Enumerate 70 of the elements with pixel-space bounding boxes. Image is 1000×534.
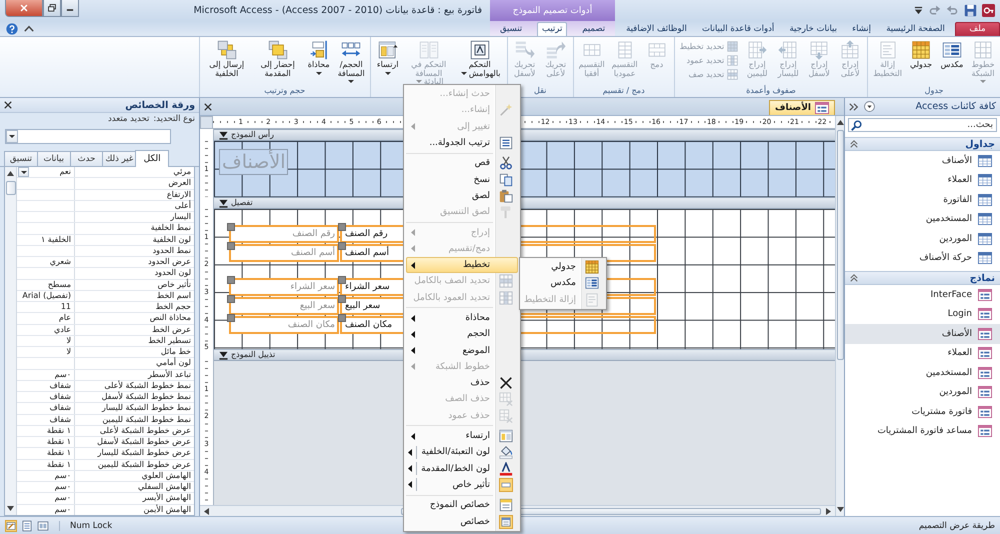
property-value: عادي [54, 324, 71, 335]
property-value: شفاف [50, 414, 71, 425]
property-value: ٠سم [54, 482, 71, 492]
property-value: ١ نقطة [47, 448, 71, 458]
property-name: لون أمامي [156, 358, 191, 368]
property-name: مرئي [173, 167, 191, 178]
property-name: لون الخلفية [152, 234, 191, 245]
property-name: اليسار [170, 212, 191, 222]
property-name: محاذاة النص [150, 313, 191, 324]
group-label: حجم وترتيب [263, 85, 306, 96]
property-name: عرض خطوط الشبكة لليسار [98, 448, 191, 458]
property-name: حجم الخط [156, 302, 191, 312]
property-value: ١ نقطة [47, 460, 71, 470]
property-name: نمط الحدود [152, 246, 191, 256]
property-value: شفاف [50, 403, 71, 414]
property-name: نمط خطوط الشبكة لليمين [102, 414, 191, 425]
property-name: نمط خطوط الشبكة لأعلى [104, 380, 191, 391]
property-name: خط مائل [160, 347, 191, 357]
property-value: مسطح [48, 280, 71, 290]
property-name: الارتفاع [166, 190, 191, 199]
property-value: لا [66, 336, 71, 346]
property-name: العرض [168, 178, 191, 188]
context-tab-header: أدوات تصميم النموذج [490, 0, 615, 21]
property-name: الهامش الأيسر [142, 493, 191, 504]
property-name: تباعد الأسطر [148, 370, 191, 380]
property-name: تسطير الخط [148, 336, 191, 346]
panel-title: ورقة الخصائص [125, 100, 195, 110]
property-name: الهامش العلوي [142, 470, 191, 481]
property-value: شعري [50, 257, 71, 268]
group-label: صفوف وأعمدة [745, 85, 797, 96]
property-name: الهامش السفلي [138, 482, 191, 492]
selection-type-label: نوع التحديد: [153, 114, 195, 124]
property-name: عرض خطوط الشبكة لأسفل [97, 437, 191, 448]
property-name: عرض خطوط الشبكة لأعلى [100, 426, 191, 436]
section-title: تفصيل [231, 198, 253, 208]
selection-type-value: تحديد متعدد [108, 114, 150, 124]
property-name: عرض الخط [152, 324, 191, 335]
property-name: لون الحدود [154, 268, 191, 278]
group-label: جدول [924, 85, 944, 96]
group-label: نقل [533, 85, 548, 96]
property-value: ٠سم [54, 493, 71, 504]
group-label: دمج / تقسيم [602, 85, 646, 96]
property-value: ٠سم [54, 370, 71, 380]
window-title: Microsoft Access - (Access 2007 - 2010) فاتورة بيع : قاعدة بيانات [194, 5, 482, 16]
property-value: الخلفية ١ [40, 234, 71, 245]
property-name: نمط خطوط الشبكة لليسار [102, 403, 191, 414]
property-value: لا [66, 347, 71, 358]
status-text: طريقة عرض التصميم [918, 520, 995, 530]
property-name: تأثير خاص [158, 280, 191, 290]
property-name: نمط الخلفية [150, 223, 191, 234]
property-value: ١ نقطة [47, 426, 71, 436]
num-lock-indicator: Num Lock [59, 520, 120, 530]
property-name: نمط خطوط الشبكة لأسفل [102, 392, 191, 402]
property-value: 11 [60, 302, 71, 312]
property-value: شفاف [50, 392, 71, 402]
property-value: عام [58, 313, 71, 324]
property-name: عرض الحدود [148, 257, 191, 268]
section-title: تذييل النموذج [231, 350, 276, 360]
property-value: ٠سم [54, 504, 71, 515]
pane-title: كافة كائنات Access [916, 101, 996, 112]
property-value: ١ نقطة [47, 437, 71, 448]
property-name: اسم الخط [156, 290, 191, 301]
property-value: (تفصيل) Arial [22, 290, 71, 301]
property-value: ٠سم [54, 470, 71, 481]
property-value: شفاف [50, 380, 71, 391]
section-title: رأس النموذج [231, 130, 274, 140]
property-value: نعم [60, 167, 71, 178]
property-name: الهامش الأيمن [143, 504, 191, 515]
property-name: أعلى [174, 200, 191, 211]
property-name: عرض خطوط الشبكة لليمين [98, 460, 191, 470]
